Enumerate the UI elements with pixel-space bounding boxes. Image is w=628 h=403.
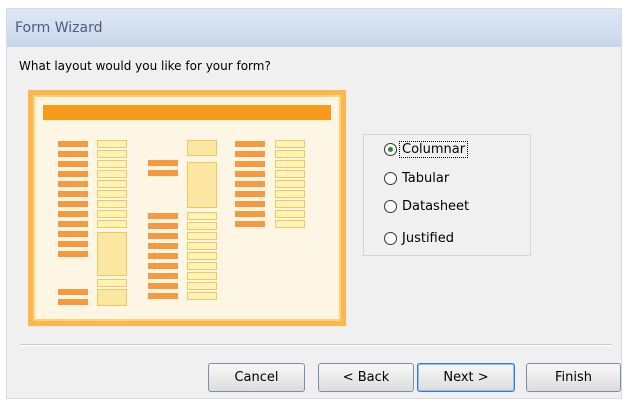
preview-field [97, 150, 127, 158]
preview-label [58, 289, 88, 295]
preview-field [275, 210, 305, 218]
preview-label [58, 231, 88, 237]
preview-field [97, 160, 127, 168]
radio-icon[interactable] [384, 171, 397, 185]
preview-field [275, 150, 305, 158]
preview-field [275, 170, 305, 178]
preview-field [97, 200, 127, 208]
preview-label [148, 253, 178, 259]
preview-field [275, 200, 305, 208]
radio-icon[interactable] [384, 199, 397, 213]
preview-field [97, 279, 127, 287]
option-label: Datasheet [402, 198, 470, 214]
preview-field [97, 180, 127, 188]
preview-label [58, 171, 88, 177]
option-columnar[interactable]: Columnar [384, 139, 469, 159]
preview-label [148, 263, 178, 269]
layout-preview [28, 90, 346, 326]
option-label: Columnar [398, 140, 469, 158]
preview-label [148, 293, 178, 299]
preview-label [235, 201, 265, 207]
option-datasheet[interactable]: Datasheet [384, 196, 471, 216]
preview-label [148, 273, 178, 279]
preview-field [187, 232, 217, 240]
cancel-button[interactable]: Cancel [208, 363, 305, 392]
preview-label [148, 223, 178, 229]
preview-label [235, 151, 265, 157]
preview-field [187, 282, 217, 290]
preview-field [187, 222, 217, 230]
preview-label [148, 233, 178, 239]
preview-field [187, 242, 217, 250]
preview-field [187, 272, 217, 280]
preview-label [58, 191, 88, 197]
preview-field [97, 220, 127, 228]
preview-field [275, 190, 305, 198]
preview-field [97, 140, 127, 148]
layout-preview-canvas [33, 95, 341, 321]
preview-label [148, 213, 178, 219]
preview-memo-field [97, 289, 127, 306]
preview-label [235, 141, 265, 147]
form-wizard-dialog: Form Wizard What layout would you like f… [6, 8, 622, 399]
preview-label [58, 211, 88, 217]
preview-label [58, 241, 88, 247]
preview-label [148, 170, 178, 176]
preview-label [58, 161, 88, 167]
preview-field [97, 210, 127, 218]
preview-field [187, 262, 217, 270]
finish-button[interactable]: Finish [526, 363, 621, 392]
layout-question: What layout would you like for your form… [19, 59, 271, 73]
preview-label [58, 181, 88, 187]
preview-label [235, 191, 265, 197]
preview-label [235, 211, 265, 217]
dialog-title: Form Wizard [15, 20, 103, 36]
preview-field [187, 252, 217, 260]
preview-label [58, 201, 88, 207]
preview-field [275, 160, 305, 168]
title-bar: Form Wizard [7, 9, 621, 47]
preview-field [187, 292, 217, 300]
preview-label [148, 160, 178, 166]
preview-label [148, 243, 178, 249]
preview-field [187, 212, 217, 220]
preview-label [58, 251, 88, 257]
preview-label [235, 221, 265, 227]
preview-label [235, 171, 265, 177]
option-label: Tabular [402, 170, 450, 186]
next-button[interactable]: Next > [417, 363, 515, 392]
back-button[interactable]: < Back [318, 363, 414, 392]
preview-memo-field [187, 140, 217, 156]
divider [21, 344, 611, 346]
preview-memo-field [97, 232, 127, 276]
preview-label [58, 221, 88, 227]
preview-memo-field [187, 162, 217, 208]
preview-field [275, 220, 305, 228]
preview-label [235, 161, 265, 167]
option-justified[interactable]: Justified [384, 228, 456, 248]
preview-header-bar [43, 105, 331, 120]
option-label: Justified [402, 230, 454, 246]
preview-field [97, 190, 127, 198]
preview-field [97, 170, 127, 178]
preview-label [58, 151, 88, 157]
option-tabular[interactable]: Tabular [384, 168, 451, 188]
radio-icon[interactable] [384, 231, 397, 245]
preview-field [275, 180, 305, 188]
preview-label [235, 181, 265, 187]
preview-label [58, 141, 88, 147]
preview-label [148, 283, 178, 289]
preview-label [58, 299, 88, 305]
preview-field [275, 140, 305, 148]
radio-selected-icon[interactable] [384, 142, 397, 156]
